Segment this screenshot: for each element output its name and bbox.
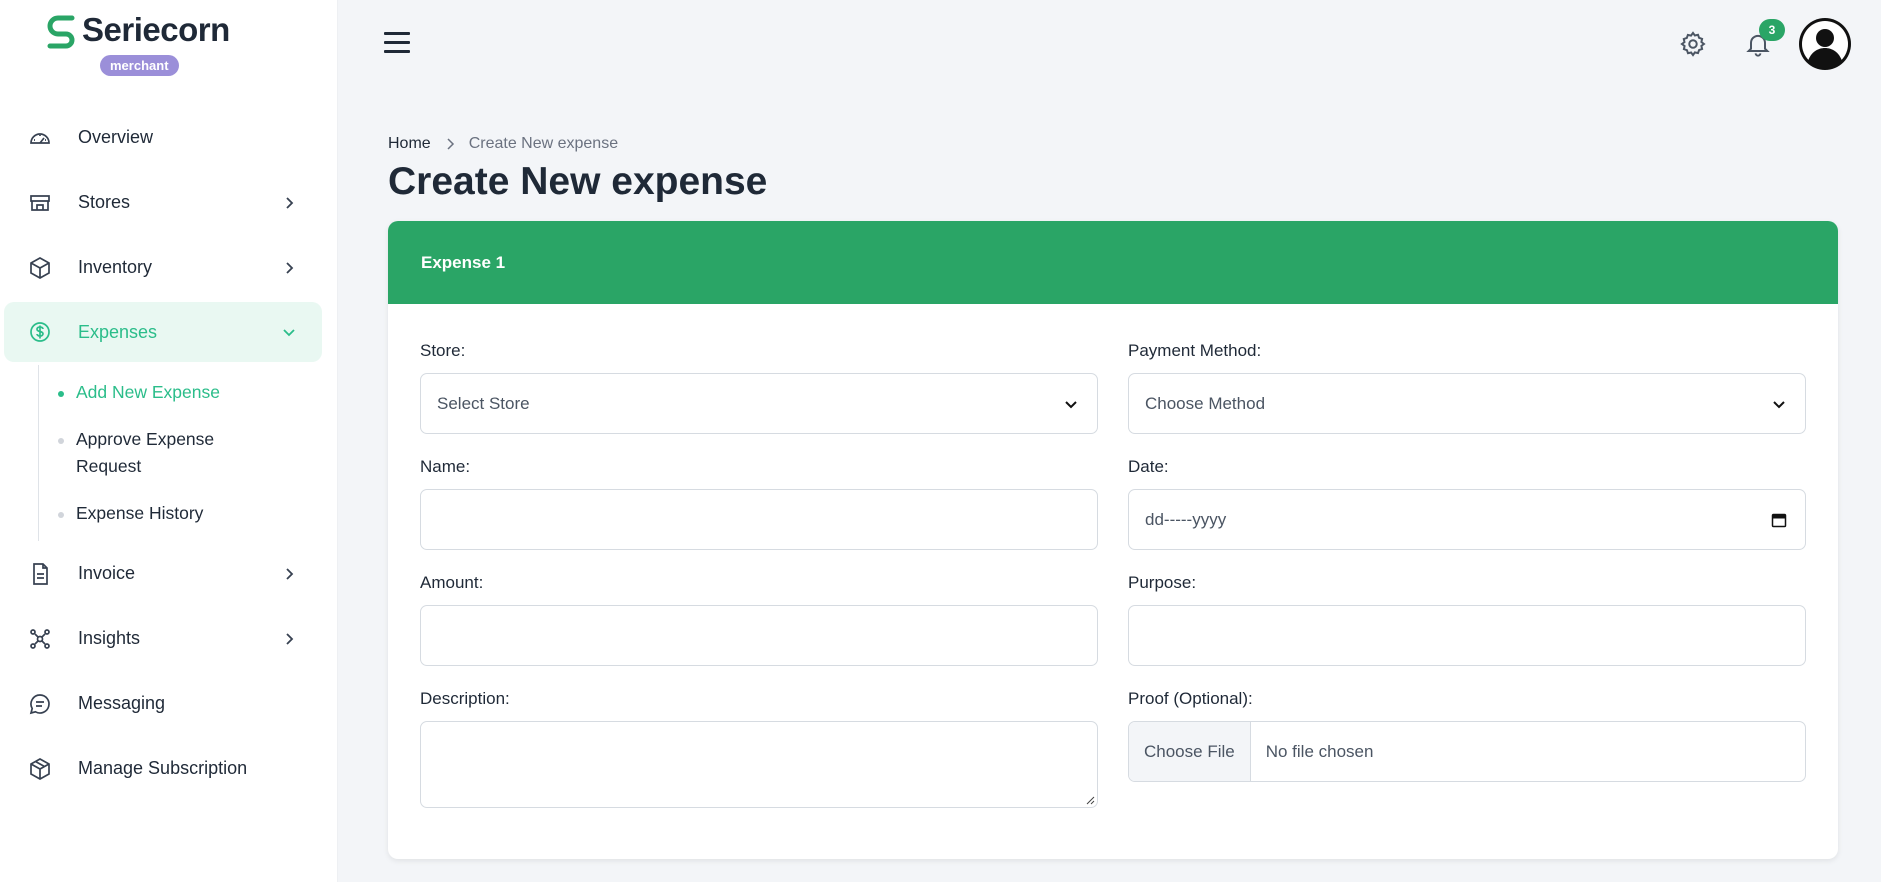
submenu-item-label: Expense History xyxy=(76,503,204,523)
payment-method-select-value: Choose Method xyxy=(1145,393,1266,413)
proof-file-input[interactable]: Choose File No file chosen xyxy=(1128,721,1806,782)
sidebar-item-label: Messaging xyxy=(78,693,166,713)
expense-form-card: Expense 1 Store: Select Store Payment Me… xyxy=(388,221,1838,859)
chevron-right-icon xyxy=(286,632,294,645)
description-label: Description: xyxy=(420,689,510,708)
document-icon xyxy=(28,562,52,586)
chevron-down-icon xyxy=(283,329,295,337)
sidebar-item-label: Insights xyxy=(78,628,141,648)
date-field: Date: dd-----yyyy xyxy=(1128,457,1806,550)
breadcrumb: Home Create New expense xyxy=(388,135,618,153)
amount-field: Amount: xyxy=(420,573,1098,666)
proof-label: Proof (Optional): xyxy=(1128,689,1253,708)
sidebar-item-expenses[interactable]: Expenses xyxy=(4,302,322,362)
file-status-text: No file chosen xyxy=(1265,741,1374,761)
resize-handle-icon[interactable] xyxy=(1085,795,1095,805)
sidebar-item-insights[interactable]: Insights xyxy=(0,606,338,671)
calendar-icon[interactable] xyxy=(1771,512,1787,528)
menu-toggle-button[interactable] xyxy=(384,32,410,54)
submenu-item-approve-expense-request[interactable]: Approve Expense Request xyxy=(39,416,279,490)
sidebar-item-manage-subscription[interactable]: Manage Subscription xyxy=(0,736,338,801)
sidebar-nav: Overview Stores Inventory Expenses Add N… xyxy=(0,105,338,801)
store-field: Store: Select Store xyxy=(420,341,1098,434)
chevron-down-icon xyxy=(1065,400,1077,408)
gauge-icon xyxy=(28,126,52,150)
submenu-item-expense-history[interactable]: Expense History xyxy=(39,490,279,537)
sidebar-item-messaging[interactable]: Messaging xyxy=(0,671,338,736)
payment-method-label: Payment Method: xyxy=(1128,341,1262,360)
card-header: Expense 1 xyxy=(388,221,1838,304)
sidebar-item-invoice[interactable]: Invoice xyxy=(0,541,338,606)
purpose-label: Purpose: xyxy=(1128,573,1197,592)
chevron-down-icon xyxy=(1773,400,1785,408)
hamburger-line xyxy=(384,32,410,35)
store-label: Store: xyxy=(420,341,466,360)
chat-icon xyxy=(28,692,52,716)
choose-file-button[interactable]: Choose File xyxy=(1129,722,1251,781)
box-icon xyxy=(28,256,52,280)
description-textarea[interactable] xyxy=(420,721,1098,808)
date-input[interactable]: dd-----yyyy xyxy=(1128,489,1806,550)
bullet-dot xyxy=(58,438,64,444)
breadcrumb-home-link[interactable]: Home xyxy=(388,135,431,153)
description-field: Description: xyxy=(420,689,1098,808)
seriecorn-logo-icon xyxy=(47,15,75,49)
purpose-input[interactable] xyxy=(1128,605,1806,666)
sidebar-item-stores[interactable]: Stores xyxy=(0,170,338,235)
gear-icon[interactable] xyxy=(1679,30,1707,58)
hamburger-line xyxy=(384,41,410,44)
sidebar-item-label: Overview xyxy=(78,127,154,147)
bullet-dot xyxy=(58,512,64,518)
name-label: Name: xyxy=(420,457,471,476)
brand-logo[interactable]: Seriecorn xyxy=(42,10,230,50)
amount-input[interactable] xyxy=(420,605,1098,666)
chevron-right-icon xyxy=(447,138,454,150)
payment-method-select[interactable]: Choose Method xyxy=(1128,373,1806,434)
page-title: Create New expense xyxy=(388,160,768,203)
submenu-item-label: Approve Expense Request xyxy=(76,429,215,476)
dollar-circle-icon xyxy=(28,320,52,344)
hamburger-line xyxy=(384,50,410,53)
user-avatar-icon xyxy=(1802,21,1848,69)
bullet-dot xyxy=(58,391,64,397)
amount-label: Amount: xyxy=(420,573,484,592)
avatar[interactable] xyxy=(1799,18,1851,70)
notification-count-badge: 3 xyxy=(1759,19,1785,41)
store-select[interactable]: Select Store xyxy=(420,373,1098,434)
date-label: Date: xyxy=(1128,457,1169,476)
name-field: Name: xyxy=(420,457,1098,550)
chevron-right-icon xyxy=(286,567,294,580)
sidebar: Seriecorn merchant Overview Stores Inven… xyxy=(0,0,338,882)
purpose-field: Purpose: xyxy=(1128,573,1806,666)
card-header-title: Expense 1 xyxy=(421,252,506,272)
store-select-value: Select Store xyxy=(437,393,530,413)
store-icon xyxy=(28,191,52,215)
name-input[interactable] xyxy=(420,489,1098,550)
breadcrumb-current: Create New expense xyxy=(468,135,619,152)
submenu-item-add-new-expense[interactable]: Add New Expense xyxy=(39,369,279,416)
package-icon xyxy=(28,757,52,781)
expenses-submenu: Add New Expense Approve Expense Request … xyxy=(38,365,338,541)
sidebar-item-label: Stores xyxy=(78,192,131,212)
network-icon xyxy=(28,627,52,651)
sidebar-item-label: Inventory xyxy=(78,257,153,277)
sidebar-item-label: Invoice xyxy=(78,563,136,583)
chevron-right-icon xyxy=(286,261,294,274)
payment-method-field: Payment Method: Choose Method xyxy=(1128,341,1806,434)
sidebar-item-label: Manage Subscription xyxy=(78,758,248,778)
sidebar-item-inventory[interactable]: Inventory xyxy=(0,235,338,300)
proof-field: Proof (Optional): Choose File No file ch… xyxy=(1128,689,1806,782)
sidebar-item-overview[interactable]: Overview xyxy=(0,105,338,170)
date-input-placeholder: dd-----yyyy xyxy=(1145,509,1227,529)
brand-name: Seriecorn xyxy=(82,11,230,48)
chevron-right-icon xyxy=(286,196,294,209)
role-badge: merchant xyxy=(100,55,179,76)
submenu-item-label: Add New Expense xyxy=(76,382,220,402)
sidebar-item-label: Expenses xyxy=(78,321,158,342)
